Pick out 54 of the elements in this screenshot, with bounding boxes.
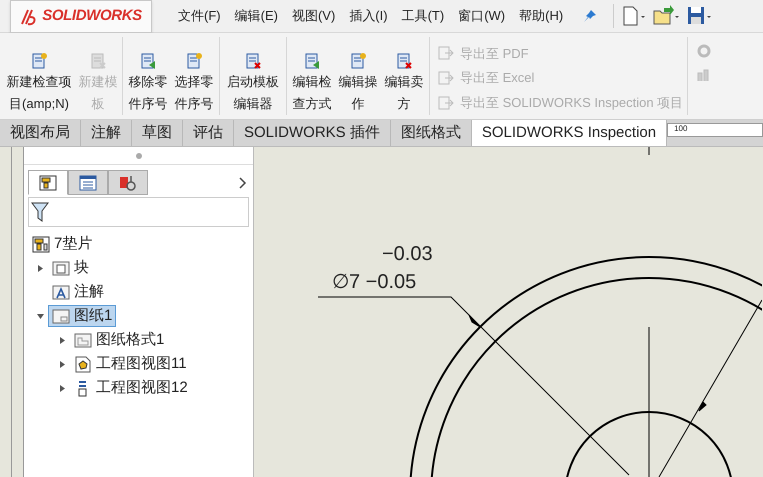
ribbon-button[interactable]: 编辑检查方式: [289, 37, 335, 115]
chevron-right-icon[interactable]: [239, 177, 247, 189]
tolerance-text: −0.03: [382, 242, 433, 267]
panel-tab[interactable]: [68, 170, 108, 195]
feature-tree-icon: [39, 174, 57, 190]
drawing-icon: [32, 236, 50, 252]
save-icon[interactable]: [686, 5, 712, 27]
filter-field[interactable]: [28, 197, 249, 227]
app-logo: SOLIDWORKS: [10, 0, 152, 33]
filter-icon[interactable]: [31, 201, 49, 223]
annotation-folder-icon: [52, 284, 70, 300]
menu-item[interactable]: 文件(F): [172, 6, 227, 26]
logo-mark-icon: [20, 8, 38, 26]
ribbon-button[interactable]: 选择零件序号: [171, 37, 217, 115]
ruler: 100: [667, 123, 763, 137]
ribbon-button[interactable]: 移除零件序号: [125, 37, 171, 115]
panel-tab[interactable]: [108, 170, 148, 195]
expand-arrow-icon[interactable]: [58, 360, 66, 368]
expand-arrow-icon[interactable]: [58, 384, 66, 392]
menu-item[interactable]: 视图(V): [286, 6, 342, 26]
tree-item[interactable]: 图纸1: [48, 305, 116, 327]
ribbon-button[interactable]: 新建检查项目(amp;N): [2, 37, 76, 115]
tree-item[interactable]: 工程图视图12: [70, 377, 192, 399]
splitter-handle[interactable]: [136, 152, 142, 158]
tree-item[interactable]: 7垫片: [28, 233, 96, 255]
menu-item[interactable]: 插入(I): [343, 6, 394, 26]
ribbon-tab[interactable]: SOLIDWORKS Inspection: [472, 120, 668, 146]
property-list-icon: [79, 174, 97, 190]
ribbon-button[interactable]: 编辑操作: [335, 37, 381, 115]
export-icon: [436, 45, 454, 62]
menu-item[interactable]: 编辑(E): [228, 6, 284, 26]
ribbon-button[interactable]: 编辑卖方: [381, 37, 427, 115]
tree-item[interactable]: 注解: [48, 281, 108, 303]
export-icon: [436, 70, 454, 86]
open-folder-icon[interactable]: [652, 5, 680, 27]
tree-item[interactable]: 工程图视图11: [70, 353, 191, 375]
menu-item[interactable]: 帮助(H): [513, 6, 570, 26]
menu-item[interactable]: 窗口(W): [452, 6, 512, 26]
export-icon: [436, 94, 454, 111]
folder-icon: [52, 260, 70, 276]
ribbon-button[interactable]: 启动模板编辑器: [222, 37, 284, 115]
part-view-icon: [74, 356, 92, 372]
collapse-arrow-icon[interactable]: [36, 312, 44, 320]
menu-item[interactable]: 工具(T): [396, 6, 450, 26]
panel-tab[interactable]: [28, 170, 68, 195]
expand-arrow-icon[interactable]: [58, 336, 66, 344]
sheet-format-icon: [74, 332, 92, 348]
tree-item[interactable]: 图纸格式1: [70, 329, 168, 351]
sheet-icon: [52, 308, 70, 324]
expand-arrow-icon[interactable]: [36, 264, 44, 272]
inspection-icon: [119, 174, 137, 190]
tree-item[interactable]: 块: [48, 257, 93, 279]
dimension-text: ∅7 −0.05: [332, 270, 416, 295]
pin-icon[interactable]: [583, 9, 598, 23]
